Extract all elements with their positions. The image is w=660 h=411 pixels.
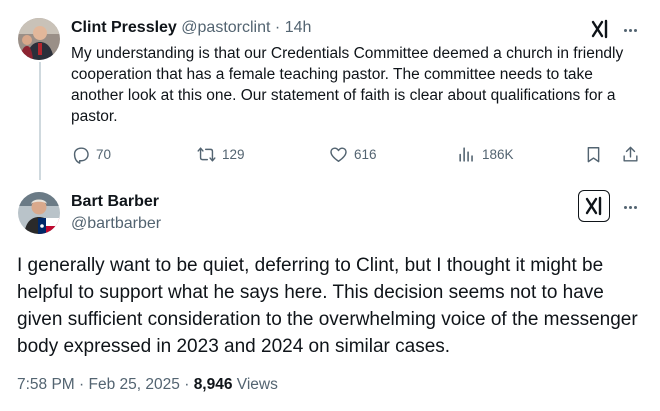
separator: ·	[79, 376, 85, 393]
author-name[interactable]: Clint Pressley	[71, 19, 177, 36]
author-handle[interactable]: @bartbarber	[71, 215, 161, 232]
author-handle-wrapper: @bartbarber	[71, 215, 161, 233]
grok-button[interactable]	[578, 190, 610, 222]
share-icon	[623, 146, 638, 162]
post-meta: 7:58 PM · Feb 25, 2025 · 8,946 Views	[17, 376, 278, 394]
post-time[interactable]: 14h	[285, 19, 312, 36]
separator: ·	[274, 19, 281, 36]
thread-connector-line	[39, 62, 41, 180]
more-options-icon[interactable]	[621, 21, 639, 39]
heart-icon	[330, 147, 347, 162]
post-actions-bar: 70 129 616 186K	[71, 145, 643, 169]
grok-icon[interactable]	[590, 19, 610, 39]
avatar[interactable]	[18, 18, 60, 60]
like-button[interactable]: 616	[329, 145, 377, 164]
repost-icon	[197, 147, 216, 162]
repost-button[interactable]: 129	[197, 145, 245, 164]
share-button[interactable]	[621, 145, 640, 164]
post-text: I generally want to be quiet, deferring …	[17, 255, 638, 357]
reply-button[interactable]: 70	[71, 145, 111, 164]
post-date[interactable]: Feb 25, 2025	[89, 376, 180, 393]
post-time[interactable]: 7:58 PM	[17, 376, 75, 393]
grok-icon	[585, 196, 602, 216]
avatar[interactable]	[18, 192, 60, 234]
bookmark-button[interactable]	[584, 145, 603, 164]
author-handle[interactable]: @pastorclint	[181, 19, 270, 36]
bookmark-icon	[587, 147, 600, 163]
author-name-wrapper: Bart Barber	[71, 193, 159, 211]
views-button[interactable]: 186K	[457, 145, 514, 164]
more-options-icon[interactable]	[621, 198, 639, 216]
view-count: 186K	[482, 147, 514, 162]
views-count: 8,946	[193, 376, 233, 393]
analytics-icon	[459, 147, 473, 162]
post-header: Clint Pressley @pastorclint · 14h	[71, 19, 311, 37]
author-name[interactable]: Bart Barber	[71, 193, 159, 210]
repost-count: 129	[222, 147, 245, 162]
reply-count: 70	[96, 147, 112, 162]
separator: ·	[184, 376, 190, 393]
views-label: Views	[236, 376, 278, 393]
like-count: 616	[354, 147, 377, 162]
post-text: My understanding is that our Credentials…	[71, 45, 624, 125]
reply-icon	[73, 147, 89, 164]
